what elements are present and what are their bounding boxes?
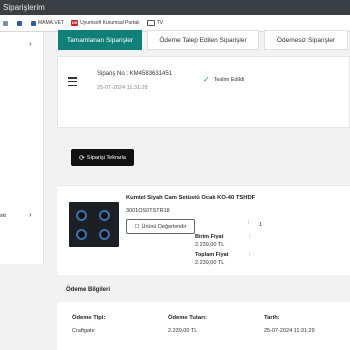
payment-info-section: Ödeme Bilgileri Ödeme Tipi: Ödeme Tutarı… xyxy=(57,278,350,350)
order-summary-card: Sipariş No : KM4583631451 25-07-2024 11:… xyxy=(57,56,350,128)
menu-icon[interactable] xyxy=(68,77,77,88)
product-title[interactable]: Kumtel Siyah Cam Setüstü Ocak KO-40 TSHD… xyxy=(126,195,255,201)
document-icon xyxy=(3,20,8,26)
check-icon: ✓ xyxy=(203,75,210,84)
payment-amount-header: Ödeme Tutarı: xyxy=(168,315,207,321)
bookmark-tv-folder[interactable]: TV xyxy=(146,20,163,26)
product-image xyxy=(69,202,119,247)
payment-amount-value: 2.239,00 TL xyxy=(168,328,198,334)
quantity-colon: : xyxy=(248,220,250,226)
uk-logo-icon: UK xyxy=(71,20,79,26)
order-number: Sipariş No : KM4583631451 xyxy=(97,71,173,77)
total-price-colon: : xyxy=(249,252,251,258)
payment-info-title: Ödeme Bilgileri xyxy=(66,287,111,293)
order-date: 25-07-2024 11:31:28 xyxy=(97,85,148,91)
payment-date-header: Tarih: xyxy=(264,315,280,321)
tab-completed-orders[interactable]: Tamamlanan Siparişler xyxy=(58,30,142,50)
bookmark-item[interactable] xyxy=(3,20,10,26)
site-icon xyxy=(17,20,22,26)
product-card: Kumtel Siyah Cam Setüstü Ocak KO-40 TSHD… xyxy=(57,185,350,275)
refresh-icon: ⟳ xyxy=(79,154,85,162)
tab-payment-requested-orders[interactable]: Ödeme Talep Edilen Siparişler xyxy=(147,30,259,50)
unit-price-label: Birim Fiyat xyxy=(195,234,224,240)
bookmark-mamavet[interactable]: MAMA.VET xyxy=(31,20,64,26)
bookmark-item[interactable] xyxy=(17,20,24,26)
total-price-label: Toplam Fiyat xyxy=(195,252,229,258)
folder-icon xyxy=(146,20,155,26)
payment-date-value: 25-07-2024 11:31:29 xyxy=(264,328,315,334)
rate-product-label: Ürünü Değerlendir xyxy=(141,223,187,230)
sidebar: › ski › xyxy=(0,32,44,264)
repeat-order-label: Siparişi Tekrarla xyxy=(86,154,126,161)
window-titlebar: Siparişlerim xyxy=(0,0,350,15)
product-sku: 3001OS0TSTR18 xyxy=(126,208,170,214)
comment-icon: ☐ xyxy=(134,223,140,230)
site-icon xyxy=(31,20,36,26)
window-title: Siparişlerim xyxy=(3,3,45,12)
unit-price-value: 2.239,00 TL xyxy=(195,242,225,248)
payment-type-value: Craftgate xyxy=(72,328,95,334)
product-quantity: 1 xyxy=(259,222,263,228)
total-price-value: 2.239,00 TL xyxy=(195,260,225,266)
chevron-right-icon[interactable]: › xyxy=(29,39,32,48)
payment-info-table: Ödeme Tipi: Ödeme Tutarı: Tarih: Craftga… xyxy=(57,302,350,350)
order-tabs: Tamamlanan Siparişler Ödeme Talep Edilen… xyxy=(58,30,348,50)
unit-price-colon: : xyxy=(249,234,251,240)
rate-product-button[interactable]: ☐ Ürünü Değerlendir xyxy=(126,219,195,234)
order-status: ✓ Teslim Edildi xyxy=(203,75,244,84)
sidebar-item-label[interactable]: ski xyxy=(0,213,6,219)
tab-unpaid-orders[interactable]: Ödemesiz Siparişler xyxy=(264,30,348,50)
status-text: Teslim Edildi xyxy=(213,76,245,83)
chevron-right-icon[interactable]: › xyxy=(29,210,32,219)
repeat-order-button[interactable]: ⟳ Siparişi Tekrarla xyxy=(71,149,134,166)
payment-type-header: Ödeme Tipi: xyxy=(72,315,106,321)
bookmark-uyumsoft[interactable]: UK Uyumsoft Kurumsal Portalı xyxy=(71,20,140,26)
